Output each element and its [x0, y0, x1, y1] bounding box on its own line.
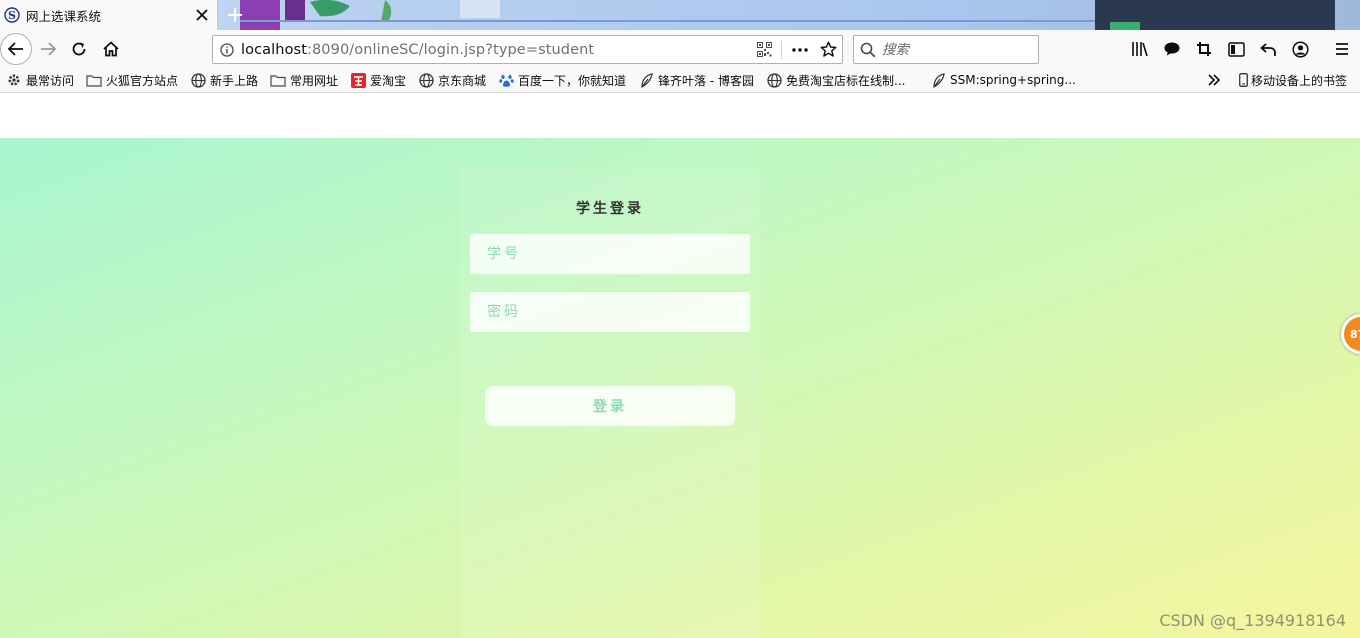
- url-host: localhost: [241, 41, 307, 58]
- url-bar[interactable]: localhost:8090/onlineSC/login.jsp?type=s…: [212, 35, 843, 64]
- sidebar-button[interactable]: [1222, 35, 1250, 63]
- reload-button[interactable]: [64, 34, 94, 64]
- qr-code-icon[interactable]: [751, 36, 777, 63]
- watermark: CSDN @q_1394918164: [1159, 611, 1346, 630]
- leaf-icon: [638, 72, 654, 88]
- sidebar-icon: [1227, 41, 1245, 57]
- svg-text:S: S: [8, 9, 16, 22]
- tab-title: 网上选课系统: [26, 8, 102, 24]
- login-background: 学生登录 登录: [0, 138, 1360, 638]
- bookmark-most-visited[interactable]: 最常访问: [6, 70, 74, 90]
- bookmarks-overflow-button[interactable]: [1206, 70, 1226, 90]
- forward-arrow-icon: [41, 42, 57, 56]
- bookmark-cnblogs[interactable]: 锋齐叶落 - 博客园: [638, 70, 754, 90]
- bookmark-aitaobao[interactable]: 爱淘宝: [350, 70, 406, 90]
- bookmark-ssm[interactable]: SSM:spring+spring...: [930, 70, 1076, 90]
- more-icon[interactable]: [786, 36, 814, 63]
- bookmark-label: 爱淘宝: [370, 73, 407, 88]
- bookmark-label: 京东商城: [438, 73, 487, 88]
- close-icon[interactable]: [191, 4, 213, 26]
- account-button[interactable]: [1286, 35, 1314, 63]
- back-button[interactable]: [0, 33, 32, 65]
- bookmark-label: 新手上路: [210, 73, 259, 88]
- login-title: 学生登录: [576, 201, 644, 217]
- bookmark-taobao-logo-maker[interactable]: 免费淘宝店标在线制...: [766, 70, 905, 90]
- tab-active[interactable]: S 网上选课系统: [0, 0, 218, 30]
- info-icon[interactable]: [213, 36, 241, 63]
- home-icon: [103, 41, 119, 57]
- bookmark-label: 最常访问: [26, 73, 75, 88]
- folder-icon: [270, 72, 286, 88]
- bookmark-label: 移动设备上的书签: [1251, 73, 1348, 88]
- student-id-field[interactable]: [470, 234, 750, 274]
- search-input[interactable]: [882, 41, 1022, 58]
- gear-icon: [6, 72, 22, 88]
- folder-icon: [86, 72, 102, 88]
- site-favicon-icon: S: [4, 7, 20, 23]
- bookmark-getting-started[interactable]: 新手上路: [190, 70, 258, 90]
- login-panel: 学生登录 登录: [460, 168, 760, 638]
- globe-icon: [190, 72, 206, 88]
- back-arrow-icon: [7, 42, 23, 56]
- crop-icon: [1197, 42, 1211, 56]
- bookmark-folder-firefox[interactable]: 火狐官方站点: [86, 70, 178, 90]
- undo-icon: [1259, 42, 1276, 56]
- password-field[interactable]: [470, 292, 750, 332]
- account-icon: [1291, 40, 1309, 58]
- globe-icon: [766, 72, 782, 88]
- new-tab-button[interactable]: [222, 2, 248, 28]
- bookmark-label: 百度一下，你就知道: [518, 73, 627, 88]
- bookmark-label: 锋齐叶落 - 博客园: [658, 73, 754, 88]
- bookmark-label: 常用网址: [290, 73, 339, 88]
- bookmark-label: SSM:spring+spring...: [950, 73, 1076, 87]
- forward-button[interactable]: [33, 34, 63, 64]
- bookmark-label: 免费淘宝店标在线制...: [786, 73, 906, 88]
- globe-icon: [418, 72, 434, 88]
- plus-icon: [228, 8, 242, 22]
- bookmark-jd[interactable]: 京东商城: [418, 70, 486, 90]
- url-text[interactable]: localhost:8090/onlineSC/login.jsp?type=s…: [241, 42, 751, 58]
- url-path: :8090/onlineSC/login.jsp?type=student: [307, 41, 595, 58]
- bookmark-folder-common[interactable]: 常用网址: [270, 70, 338, 90]
- tab-strip-background-art: [240, 0, 1335, 30]
- menu-button[interactable]: [1328, 35, 1356, 63]
- star-icon[interactable]: [814, 36, 842, 63]
- undo-button[interactable]: [1254, 35, 1282, 63]
- reload-icon: [72, 42, 86, 56]
- mobile-icon: [1238, 72, 1248, 88]
- crop-button[interactable]: [1190, 35, 1218, 63]
- bookmark-mobile[interactable]: 移动设备上的书签: [1238, 70, 1347, 90]
- search-icon: [854, 36, 882, 63]
- library-button[interactable]: [1126, 35, 1154, 63]
- bookmark-label: 火狐官方站点: [106, 73, 179, 88]
- bookmarks-toolbar: 最常访问 火狐官方站点 新手上路 常用网址 爱淘宝 京东商城 百度一下，你就知道…: [0, 68, 1360, 93]
- menu-icon: [1336, 43, 1348, 55]
- leaf-icon: [930, 72, 946, 88]
- url-separator: [781, 40, 782, 59]
- baidu-paw-icon: [498, 72, 514, 88]
- chat-button[interactable]: [1158, 35, 1186, 63]
- chat-icon: [1164, 42, 1180, 56]
- navigation-toolbar: localhost:8090/onlineSC/login.jsp?type=s…: [0, 30, 1360, 68]
- tab-strip: S 网上选课系统: [0, 0, 1360, 30]
- search-bar[interactable]: [853, 35, 1039, 64]
- login-button[interactable]: 登录: [485, 386, 735, 426]
- page-content: 学生登录 登录 87 CSDN @q_1394918164: [0, 93, 1360, 638]
- library-icon: [1132, 42, 1148, 57]
- taobao-icon: [350, 72, 366, 88]
- chevron-double-right-icon: [1206, 72, 1222, 88]
- bookmark-baidu[interactable]: 百度一下，你就知道: [498, 70, 626, 90]
- home-button[interactable]: [96, 34, 126, 64]
